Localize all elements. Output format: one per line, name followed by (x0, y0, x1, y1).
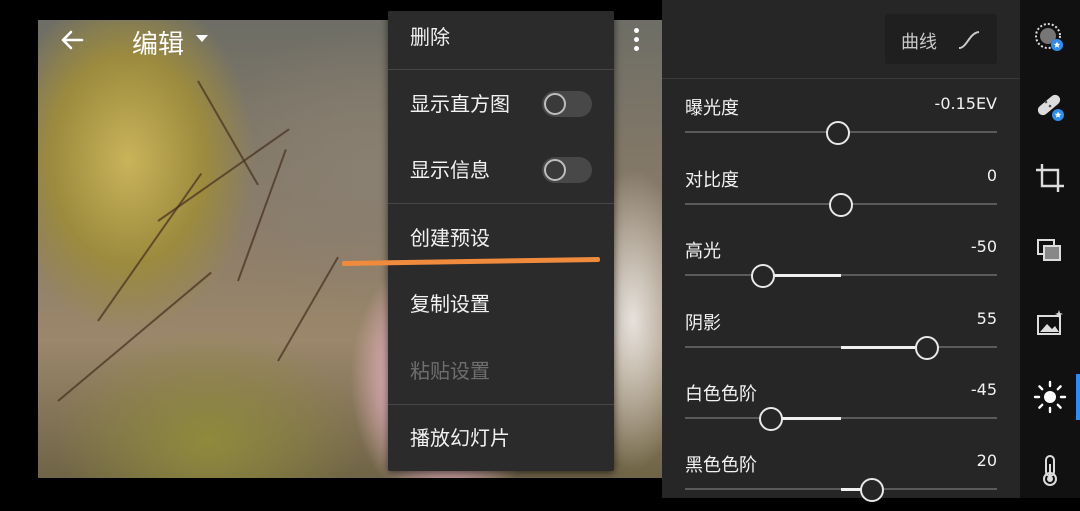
slider-fill (841, 346, 927, 349)
info-toggle[interactable] (542, 157, 592, 183)
slider-value: 55 (976, 309, 997, 328)
image-effects-icon[interactable] (1032, 306, 1068, 342)
menu-item-label: 粘贴设置 (410, 359, 490, 383)
curve-icon (958, 31, 980, 49)
menu-divider (388, 69, 614, 70)
slider-value: 0 (986, 166, 997, 185)
menu-divider (388, 203, 614, 204)
light-icon[interactable] (1032, 379, 1068, 415)
slider-label: 对比度 (685, 170, 739, 191)
slider-row: 阴影 55 (685, 309, 997, 369)
active-tool-indicator (1076, 374, 1080, 420)
slider-row: 白色色阶 -45 (685, 380, 997, 440)
photo-detail (277, 256, 339, 362)
photo-detail (97, 172, 203, 322)
photo-detail (57, 271, 212, 402)
slider-label: 白色色阶 (685, 384, 757, 405)
layers-icon[interactable] (1032, 232, 1068, 268)
panel-divider (662, 78, 1020, 79)
tool-rail (1020, 0, 1080, 498)
histogram-toggle[interactable] (542, 91, 592, 117)
more-options-icon[interactable] (632, 28, 640, 52)
slider-thumb[interactable] (829, 193, 853, 217)
menu-item-label: 显示直方图 (410, 92, 510, 116)
menu-item-label: 复制设置 (410, 292, 490, 316)
back-arrow-icon[interactable] (56, 24, 88, 56)
auto-enhance-icon[interactable] (1032, 20, 1068, 56)
crop-icon[interactable] (1032, 160, 1068, 196)
slider-thumb[interactable] (758, 407, 783, 431)
curve-button[interactable]: 曲线 (885, 14, 997, 64)
slider-row: 对比度 0 (685, 166, 997, 226)
toggle-knob (544, 159, 566, 181)
light-adjustment-panel: 曲线 曝光度 -0.15EV 对比度 0 高光 -50 阴影 55 白色色阶 -45 黑色色阶 20 (662, 0, 1020, 502)
slider-thumb[interactable] (860, 478, 885, 502)
slider-thumb[interactable] (751, 264, 775, 288)
slider-track[interactable] (685, 274, 997, 276)
menu-item-label: 播放幻灯片 (410, 426, 510, 450)
healing-bandage-icon[interactable] (1032, 88, 1068, 124)
slider-label: 曝光度 (685, 98, 739, 119)
slider-value: -0.15EV (934, 94, 997, 113)
chevron-down-icon[interactable] (196, 35, 208, 42)
menu-item-label: 显示信息 (410, 158, 490, 182)
slider-thumb[interactable] (914, 336, 939, 360)
menu-item-label: 删除 (410, 25, 450, 49)
slider-label: 黑色色阶 (685, 455, 757, 476)
slider-track[interactable] (685, 417, 997, 419)
slider-thumb[interactable] (825, 121, 850, 145)
toggle-knob (544, 93, 566, 115)
slider-value: 20 (976, 451, 997, 470)
photo-detail (237, 149, 287, 282)
menu-item-label: 创建预设 (410, 226, 490, 250)
slider-row: 曝光度 -0.15EV (685, 94, 997, 154)
overflow-menu: 删除 显示直方图 显示信息 创建预设 复制设置 粘贴设置 播放幻灯片 (388, 11, 614, 471)
slider-row: 黑色色阶 20 (685, 451, 997, 511)
slider-row: 高光 -50 (685, 237, 997, 297)
slider-label: 高光 (685, 241, 721, 262)
slider-label: 阴影 (685, 313, 721, 334)
page-title[interactable]: 编辑 (132, 24, 184, 61)
temperature-icon[interactable] (1032, 452, 1068, 488)
slider-value: -45 (970, 380, 997, 399)
slider-value: -50 (970, 237, 997, 256)
menu-divider (388, 404, 614, 405)
curve-button-label: 曲线 (901, 32, 937, 53)
